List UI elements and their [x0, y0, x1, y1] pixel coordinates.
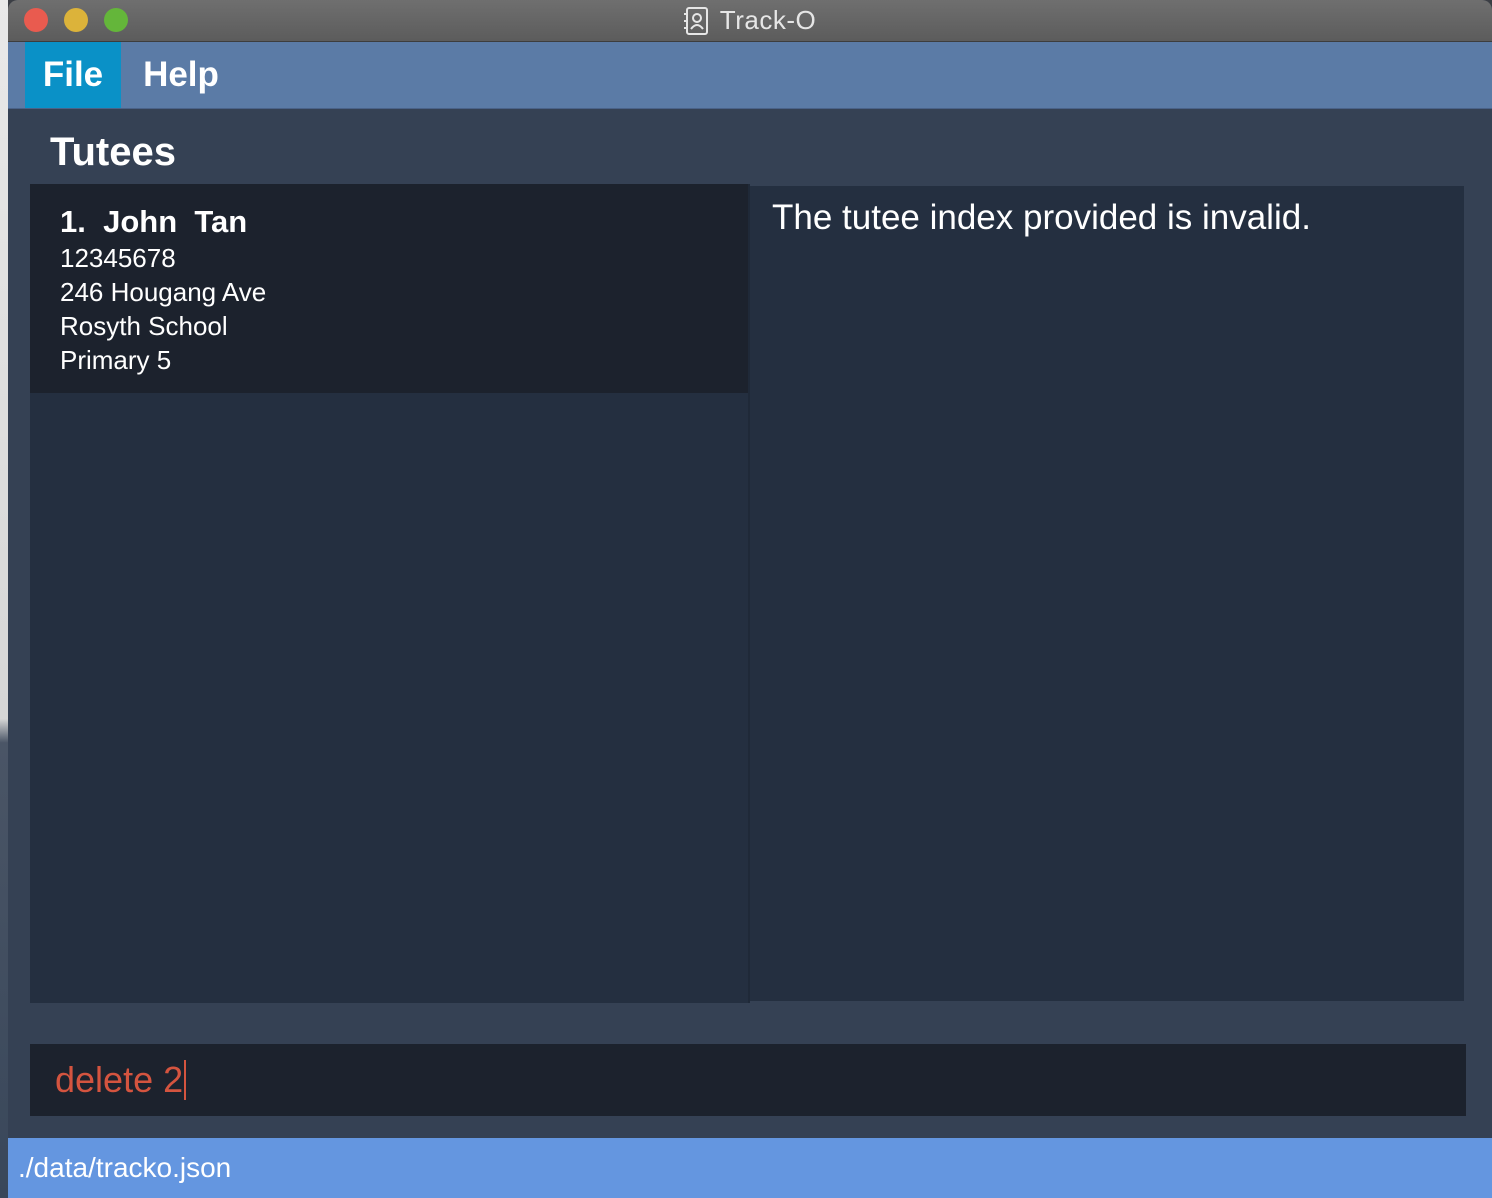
desktop-background — [0, 0, 8, 1198]
tutee-list-panel[interactable]: 1. John Tan 12345678 246 Hougang Ave Ros… — [30, 184, 750, 1003]
window-title-group: Track-O — [8, 0, 1492, 41]
tutee-card[interactable]: 1. John Tan 12345678 246 Hougang Ave Ros… — [30, 184, 748, 393]
window-title: Track-O — [719, 5, 817, 35]
command-text: delete 2 — [55, 1059, 184, 1100]
tutee-school: Rosyth School — [60, 311, 228, 341]
save-file-path: ./data/tracko.json — [18, 1152, 232, 1183]
tutee-phone: 12345678 — [60, 243, 176, 273]
app-window: Track-O File Help Tutees 1. John Tan 123… — [8, 0, 1492, 1198]
result-display-panel: The tutee index provided is invalid. — [750, 186, 1464, 1001]
tutee-level: Primary 5 — [60, 345, 172, 375]
status-bar: ./data/tracko.json — [8, 1138, 1492, 1198]
text-caret — [184, 1060, 187, 1100]
tutee-address: 246 Hougang Ave — [60, 277, 267, 307]
menu-file[interactable]: File — [25, 42, 121, 108]
tutees-heading: Tutees — [50, 130, 176, 174]
contacts-book-icon — [683, 6, 710, 35]
command-input[interactable]: delete 2 — [55, 1044, 1435, 1116]
title-bar[interactable]: Track-O — [8, 0, 1492, 42]
menu-help[interactable]: Help — [123, 42, 239, 108]
tutee-name: 1. John Tan — [60, 204, 248, 239]
menu-bar: File Help — [8, 42, 1492, 109]
result-message: The tutee index provided is invalid. — [772, 198, 1311, 237]
command-box[interactable]: delete 2 — [30, 1044, 1466, 1116]
